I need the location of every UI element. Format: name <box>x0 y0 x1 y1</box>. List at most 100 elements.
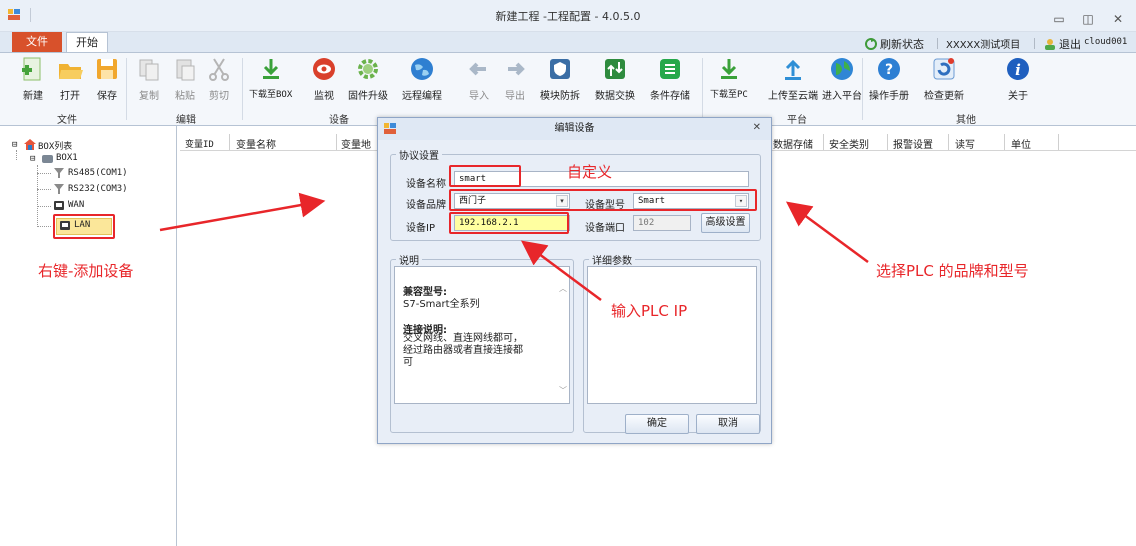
earth-icon <box>831 58 853 80</box>
close-icon[interactable]: ✕ <box>1111 12 1125 26</box>
tree-item-rs485[interactable]: RS485(COM1) <box>68 168 128 178</box>
refresh-status-icon <box>865 38 877 50</box>
remote-program-button[interactable]: 远程编程 <box>402 56 442 102</box>
import-button[interactable]: 导入 <box>466 56 492 102</box>
logout-button[interactable]: 退出 <box>1059 36 1081 52</box>
cut-icon <box>209 58 229 81</box>
module-anti-tamper-button[interactable]: 模块防拆 <box>540 56 580 102</box>
shield-icon <box>550 59 570 79</box>
exchange-icon <box>605 59 625 79</box>
annotation-choose-brand: 选择PLC 的品牌和型号 <box>876 262 1029 280</box>
dialog-app-icon <box>384 123 396 134</box>
col-var-id[interactable]: 变量ID <box>185 137 214 150</box>
gear-icon <box>358 59 378 79</box>
open-button[interactable]: 打开 <box>57 56 83 102</box>
serial-port-icon <box>54 168 64 178</box>
new-file-icon <box>22 57 41 81</box>
device-port-label: 设备端口 <box>585 223 625 234</box>
dialog-title: 编辑设备 <box>378 118 771 140</box>
refresh-icon <box>933 58 955 80</box>
device-port-input[interactable]: 102 <box>633 215 691 231</box>
arrow-to-grid <box>159 192 326 232</box>
firmware-upgrade-button[interactable]: 固件升级 <box>348 56 388 102</box>
project-name: XXXXX测试项目 <box>946 40 1021 51</box>
paste-icon <box>176 59 195 81</box>
cut-button[interactable]: 剪切 <box>206 56 232 102</box>
col-alarm-settings[interactable]: 报警设置 <box>893 136 933 151</box>
svg-text:i: i <box>1015 61 1021 79</box>
download-to-pc-button[interactable]: 下载至PC <box>710 56 748 100</box>
svg-text:?: ? <box>885 62 893 78</box>
export-button[interactable]: 导出 <box>502 56 528 102</box>
tree-item-wan[interactable]: WAN <box>68 200 84 210</box>
download-to-box-button[interactable]: 下载至BOX <box>249 56 292 100</box>
serial-port-icon <box>54 184 64 194</box>
highlight-ip-box <box>449 212 569 234</box>
group-file-label: 文件 <box>57 115 77 126</box>
window-title: 新建工程 -工程配置 - 4.0.5.0 <box>495 10 641 23</box>
description-title: 说明 <box>396 252 422 267</box>
annotation-enter-ip: 输入PLC IP <box>611 302 688 320</box>
data-exchange-button[interactable]: 数据交换 <box>595 56 635 102</box>
col-safety-category[interactable]: 安全类别 <box>829 136 869 151</box>
device-name-label: 设备名称 <box>406 179 446 190</box>
tab-start[interactable]: 开始 <box>66 32 108 52</box>
detail-params-pane <box>587 266 757 404</box>
manual-button[interactable]: ? 操作手册 <box>869 56 909 102</box>
tree-item-rs232[interactable]: RS232(COM3) <box>68 184 128 194</box>
list-icon <box>660 59 680 79</box>
conn-text: 交叉网线、直连网线都可， 经过路由器或者直接连接都 可 <box>403 333 523 368</box>
globe-icon <box>411 58 433 80</box>
col-var-name[interactable]: 变量名称 <box>236 136 276 151</box>
col-read-write[interactable]: 读写 <box>955 136 975 151</box>
highlight-lan-box <box>53 214 115 239</box>
download-pc-icon <box>720 59 737 79</box>
advanced-settings-button[interactable]: 高级设置 <box>701 213 750 233</box>
enter-platform-button[interactable]: 进入平台 <box>822 56 862 102</box>
highlight-brand-model-box <box>449 189 757 211</box>
tab-file[interactable]: 文件 <box>12 32 62 52</box>
refresh-status-button[interactable]: 刷新状态 <box>880 36 924 52</box>
dialog-close-icon[interactable]: ✕ <box>753 122 761 133</box>
monitor-button[interactable]: 监视 <box>311 56 337 102</box>
group-platform-label: 平台 <box>787 115 807 126</box>
open-folder-icon <box>59 64 83 79</box>
group-other-label: 其他 <box>956 115 976 126</box>
upload-cloud-button[interactable]: 上传至云端 <box>768 56 818 102</box>
cancel-button[interactable]: 取消 <box>696 414 760 434</box>
paste-button[interactable]: 粘贴 <box>172 56 198 102</box>
scroll-down-icon[interactable]: ﹀ <box>559 385 567 396</box>
group-edit-label: 编辑 <box>176 115 196 126</box>
device-brand-label: 设备品牌 <box>406 200 446 211</box>
col-unit[interactable]: 单位 <box>1011 136 1031 151</box>
maximize-icon[interactable]: ◫ <box>1081 12 1095 26</box>
save-icon <box>97 59 117 79</box>
device-ip-label: 设备IP <box>406 223 435 234</box>
about-button[interactable]: i 关于 <box>1005 56 1031 102</box>
tree-box-label[interactable]: BOX1 <box>56 153 78 163</box>
upload-cloud-icon <box>785 59 801 80</box>
new-button[interactable]: 新建 <box>20 56 46 102</box>
user-icon <box>1045 39 1055 50</box>
download-icon <box>262 59 279 79</box>
minimize-icon[interactable]: ▭ <box>1052 12 1066 26</box>
save-button[interactable]: 保存 <box>94 56 120 102</box>
user-name: cloud001 <box>1084 37 1128 47</box>
tree-collapse-icon[interactable]: ⊟ <box>12 140 17 150</box>
tree-box-collapse-icon[interactable]: ⊟ <box>30 154 35 164</box>
scroll-up-icon[interactable]: ︿ <box>559 283 567 294</box>
check-update-button[interactable]: 检查更新 <box>924 56 964 102</box>
info-icon: i <box>1007 58 1029 80</box>
network-port-icon <box>54 201 64 210</box>
conditional-storage-button[interactable]: 条件存储 <box>650 56 690 102</box>
box-icon <box>42 155 53 163</box>
copy-icon <box>139 59 159 81</box>
ok-button[interactable]: 确定 <box>625 414 689 434</box>
protocol-settings-title: 协议设置 <box>396 147 442 162</box>
copy-button[interactable]: 复制 <box>136 56 162 102</box>
col-data-storage[interactable]: 数据存储 <box>773 136 813 151</box>
col-var-address[interactable]: 变量地 <box>341 136 371 151</box>
tree-root-label[interactable]: BOX列表 <box>38 139 72 152</box>
annotation-custom: 自定义 <box>567 163 613 181</box>
arrow-to-brand <box>785 201 869 264</box>
